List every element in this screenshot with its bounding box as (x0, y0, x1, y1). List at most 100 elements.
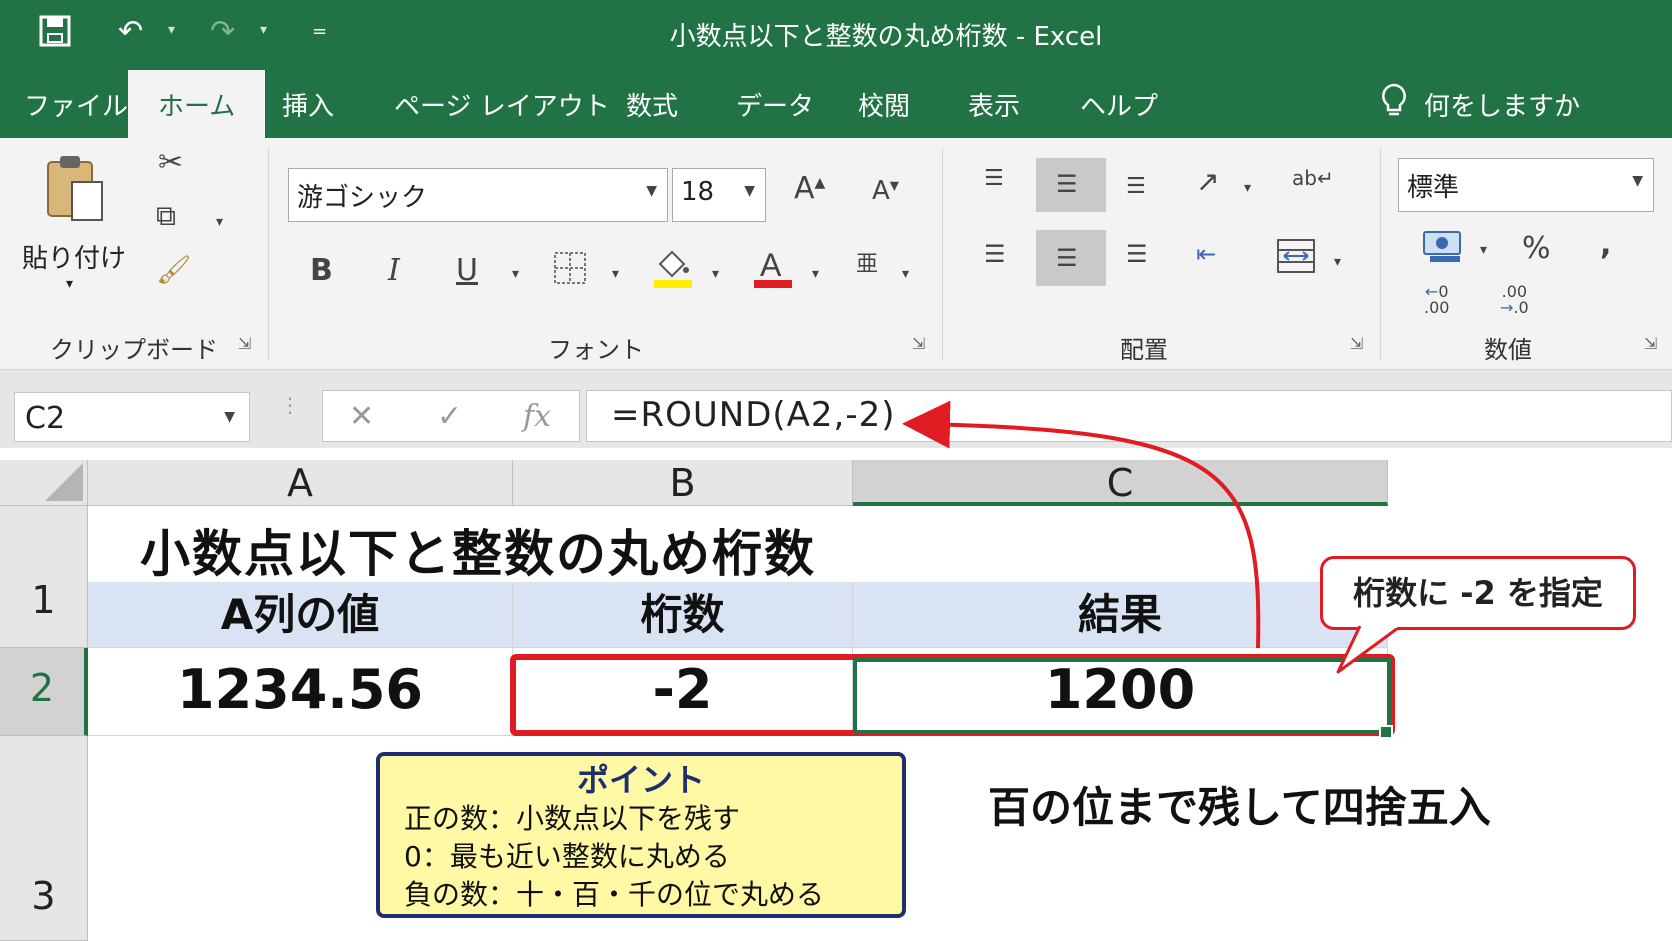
cancel-icon[interactable]: ✕ (349, 399, 374, 434)
title-bar: ↶ ▾ ↷ ▾ = 小数点以下と整数の丸め桁数 - Excel (0, 0, 1672, 66)
chevron-down-icon: ▼ (646, 183, 657, 199)
name-box-value: C2 (25, 401, 66, 436)
cut-icon[interactable]: ✂ (158, 148, 183, 178)
svg-text:A: A (760, 247, 782, 283)
chevron-down-icon: ▼ (744, 183, 755, 199)
font-size-combo[interactable]: 18 ▼ (672, 168, 766, 222)
bold-icon[interactable]: B (310, 256, 333, 286)
align-right-icon[interactable]: ☰ (1126, 242, 1148, 266)
header-cell-b[interactable]: 桁数 (513, 582, 853, 648)
tab-insert[interactable]: 挿入 (282, 86, 334, 123)
header-cell-a[interactable]: A列の値 (88, 582, 513, 648)
wrap-text-icon[interactable]: ab↵ (1292, 168, 1334, 188)
font-name-value: 游ゴシック (297, 183, 428, 213)
phonetic-dropdown-icon[interactable]: ▾ (902, 266, 909, 282)
number-format-combo[interactable]: 標準 ▼ (1398, 158, 1654, 212)
merge-dropdown-icon[interactable]: ▾ (1334, 254, 1341, 270)
accounting-format-icon[interactable] (1422, 228, 1464, 272)
copy-dropdown-icon[interactable]: ▾ (216, 214, 223, 230)
clipboard-group-label: クリップボード (50, 336, 218, 364)
worksheet-grid: A B C 1 2 3 小数点以下と整数の丸め桁数 A列の値 桁数 結果 123… (0, 448, 1672, 941)
tell-me-search[interactable]: 何をしますか (1380, 82, 1580, 127)
tab-formulas[interactable]: 数式 (626, 86, 678, 123)
paste-dropdown-icon[interactable]: ▾ (66, 276, 73, 292)
row-header-3[interactable]: 3 (0, 736, 88, 941)
column-header-b[interactable]: B (513, 460, 853, 506)
align-middle-icon: ☰ (1056, 170, 1078, 198)
select-all-button[interactable] (0, 460, 88, 506)
drag-handle-icon[interactable]: ⋮ (280, 395, 300, 415)
decrease-decimal-icon[interactable]: .00 →.0 (1500, 284, 1529, 316)
enter-icon[interactable]: ✓ (437, 399, 462, 434)
comma-style-icon[interactable]: , (1600, 230, 1611, 260)
point-line: 負の数：十・百・千の位で丸める (404, 878, 825, 911)
align-bottom-icon[interactable]: ☰ (1126, 176, 1146, 198)
row-header-2[interactable]: 2 (0, 648, 88, 736)
group-divider (1380, 148, 1381, 360)
align-middle-button[interactable]: ☰ (1036, 158, 1106, 212)
font-color-dropdown-icon[interactable]: ▾ (812, 266, 819, 282)
tab-data[interactable]: データ (736, 86, 814, 123)
chevron-down-icon: ▼ (1632, 173, 1643, 189)
align-center-button[interactable]: ☰ (1036, 230, 1106, 286)
fill-color-icon[interactable] (652, 246, 694, 296)
active-cell-border (853, 658, 1391, 734)
border-icon[interactable] (552, 250, 588, 292)
header-cell-c[interactable]: 結果 (853, 582, 1388, 648)
formula-input[interactable]: =ROUND(A2,-2) (586, 390, 1672, 442)
accounting-dropdown-icon[interactable]: ▾ (1480, 242, 1487, 258)
font-launcher-icon[interactable]: ⇲ (912, 334, 925, 353)
insert-function-icon[interactable]: fx (523, 399, 551, 434)
cell-a2[interactable]: 1234.56 (88, 648, 513, 736)
tab-home[interactable]: ホーム (128, 70, 266, 138)
orientation-dropdown-icon[interactable]: ▾ (1244, 180, 1251, 196)
tab-view[interactable]: 表示 (968, 86, 1020, 123)
fill-handle[interactable] (1379, 725, 1393, 739)
underline-dropdown-icon[interactable]: ▾ (512, 266, 519, 282)
font-group-label: フォント (548, 336, 644, 364)
ribbon: 貼り付け ▾ ✂ ⧉ ▾ 🖌 クリップボード ⇲ 游ゴシック ▼ 18 ▼ A▲… (0, 138, 1672, 370)
point-line: 0：最も近い整数に丸める (404, 840, 730, 873)
decrease-indent-icon[interactable]: ⇤ (1196, 242, 1216, 266)
name-box[interactable]: C2 ▼ (14, 392, 250, 442)
align-left-icon[interactable]: ☰ (984, 242, 1006, 266)
paste-icon (44, 152, 106, 228)
format-painter-icon[interactable]: 🖌 (156, 256, 192, 284)
tab-file[interactable]: ファイル (24, 86, 128, 123)
increase-decimal-icon[interactable]: ←0.00 (1424, 284, 1449, 316)
alignment-group-label: 配置 (1120, 336, 1168, 364)
column-header-a[interactable]: A (88, 460, 513, 506)
number-launcher-icon[interactable]: ⇲ (1644, 334, 1657, 353)
rounding-note: 百の位まで残して四捨五入 (988, 783, 1491, 832)
italic-icon[interactable]: I (388, 256, 400, 286)
fill-color-dropdown-icon[interactable]: ▾ (712, 266, 719, 282)
paste-button[interactable]: 貼り付け ▾ (18, 150, 128, 300)
border-dropdown-icon[interactable]: ▾ (612, 266, 619, 282)
clipboard-launcher-icon[interactable]: ⇲ (238, 334, 251, 353)
percent-icon[interactable]: % (1522, 234, 1551, 264)
paste-label: 貼り付け (22, 244, 127, 274)
underline-icon[interactable]: U (456, 256, 478, 286)
number-group-label: 数値 (1484, 336, 1532, 364)
point-box: ポイント 正の数：小数点以下を残す 0：最も近い整数に丸める 負の数：十・百・千… (376, 752, 906, 918)
merge-center-icon[interactable] (1276, 238, 1316, 280)
font-name-combo[interactable]: 游ゴシック ▼ (288, 168, 668, 222)
font-color-icon[interactable]: A (752, 246, 794, 296)
tell-me-label: 何をしますか (1424, 92, 1581, 122)
phonetic-icon[interactable]: 亜 (856, 254, 878, 276)
tab-review[interactable]: 校閲 (858, 86, 910, 123)
point-title: ポイント (576, 761, 705, 799)
row-header-1[interactable]: 1 (0, 506, 88, 648)
orientation-icon[interactable]: ↗ (1196, 168, 1219, 196)
alignment-launcher-icon[interactable]: ⇲ (1350, 334, 1363, 353)
tab-page-layout[interactable]: ページ レイアウト (394, 86, 610, 123)
align-top-icon[interactable]: ☰ (984, 168, 1004, 190)
callout-bubble: 桁数に -2 を指定 (1320, 556, 1636, 630)
tab-help[interactable]: ヘルプ (1080, 86, 1158, 123)
increase-font-icon[interactable]: A▲ (794, 174, 825, 204)
column-header-c[interactable]: C (853, 460, 1388, 506)
align-center-icon: ☰ (1056, 244, 1078, 272)
copy-icon[interactable]: ⧉ (156, 202, 176, 230)
decrease-font-icon[interactable]: A▼ (872, 178, 899, 204)
group-divider (942, 148, 943, 360)
